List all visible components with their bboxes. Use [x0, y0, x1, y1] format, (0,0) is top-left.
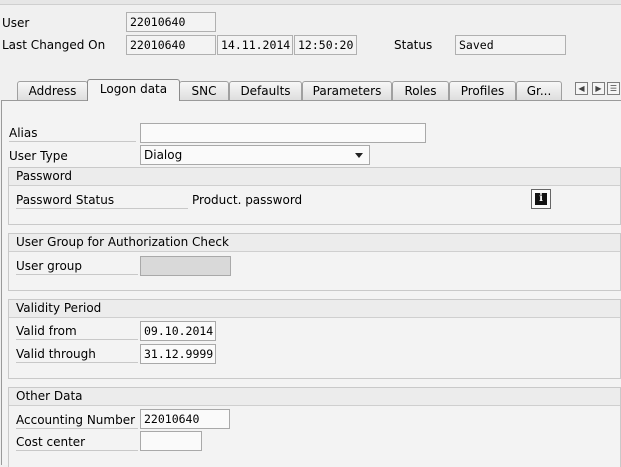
user-label: User	[2, 16, 30, 30]
tab-strip: Address Logon data SNC Defaults Paramete…	[0, 79, 621, 101]
last-changed-time-field[interactable]: 12:50:20	[294, 35, 357, 55]
alias-underline	[9, 141, 136, 142]
alias-label: Alias	[9, 126, 38, 140]
user-group-label: User group	[16, 259, 83, 273]
last-changed-date-field[interactable]: 14.11.2014	[217, 35, 293, 55]
valid-through-underline	[16, 362, 138, 363]
chevron-down-icon	[355, 153, 363, 158]
tab-snc[interactable]: SNC	[179, 81, 229, 100]
user-field[interactable]: 22010640	[126, 12, 216, 32]
user-group-section-title: User Group for Authorization Check	[9, 234, 620, 252]
accounting-number-underline	[16, 428, 138, 429]
password-status-underline	[16, 208, 188, 209]
status-field[interactable]: Saved	[455, 35, 566, 55]
user-type-value: Dialog	[144, 148, 183, 162]
tab-roles[interactable]: Roles	[392, 81, 449, 100]
valid-from-label: Valid from	[16, 324, 77, 338]
tab-logon-data[interactable]: Logon data	[87, 79, 180, 101]
password-info-button[interactable]: i	[531, 189, 551, 209]
last-changed-by-field[interactable]: 22010640	[126, 35, 216, 55]
top-bar	[0, 0, 621, 5]
other-data-title: Other Data	[9, 388, 620, 406]
cost-center-underline	[16, 450, 138, 451]
user-type-label: User Type	[9, 149, 68, 163]
nav-left-icon[interactable]: ◀	[575, 82, 588, 95]
valid-through-input[interactable]: 31.12.9999	[140, 344, 216, 364]
tab-address[interactable]: Address	[17, 81, 88, 100]
accounting-number-label: Accounting Number	[16, 413, 136, 427]
user-group-underline	[16, 274, 138, 275]
valid-from-underline	[16, 339, 138, 340]
cost-center-input[interactable]	[140, 431, 202, 451]
valid-from-input[interactable]: 09.10.2014	[140, 321, 216, 341]
password-status-label: Password Status	[16, 193, 115, 207]
validity-period-title: Validity Period	[9, 300, 620, 318]
alias-input[interactable]	[140, 123, 426, 143]
tab-defaults[interactable]: Defaults	[229, 81, 302, 100]
last-changed-label: Last Changed On	[2, 38, 106, 52]
user-group-section: User Group for Authorization Check	[8, 233, 621, 291]
tab-list-icon[interactable]: ☰	[607, 82, 620, 95]
info-icon: i	[535, 193, 547, 205]
password-status-value: Product. password	[192, 193, 303, 207]
accounting-number-input[interactable]: 22010640	[140, 409, 230, 429]
tab-profiles[interactable]: Profiles	[449, 81, 516, 100]
password-group-title: Password	[9, 168, 620, 186]
tab-parameters[interactable]: Parameters	[302, 81, 392, 100]
valid-through-label: Valid through	[16, 347, 96, 361]
user-group-input[interactable]	[140, 256, 231, 276]
other-data-group: Other Data	[8, 387, 621, 467]
user-type-select[interactable]: Dialog	[140, 145, 370, 165]
status-label: Status	[394, 38, 433, 52]
cost-center-label: Cost center	[16, 435, 86, 449]
nav-right-icon[interactable]: ▶	[592, 82, 605, 95]
tab-groups[interactable]: Gr...	[516, 81, 562, 100]
